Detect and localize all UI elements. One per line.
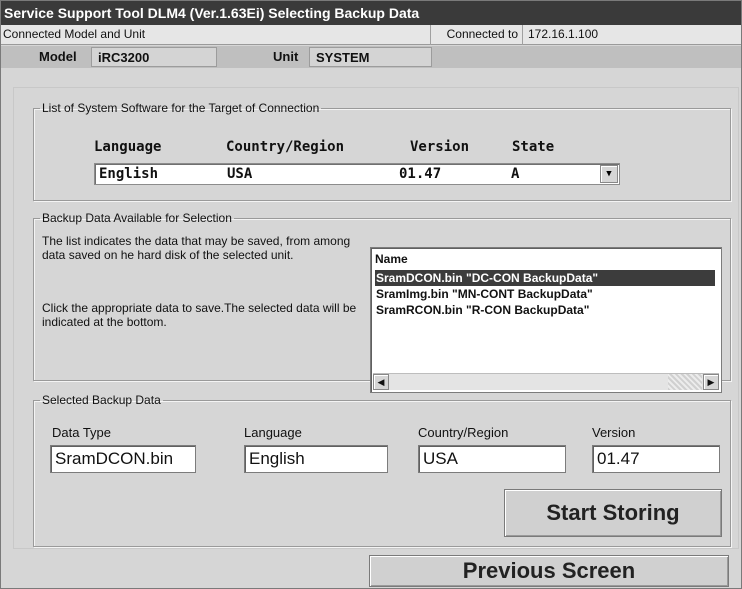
scroll-right-icon[interactable]: ▶ [703, 374, 719, 390]
scroll-left-icon[interactable]: ◀ [373, 374, 389, 390]
model-value: iRC3200 [91, 47, 217, 67]
list-item[interactable]: SramDCON.bin "DC-CON BackupData" [375, 270, 715, 286]
backup-data-listbox[interactable]: Name SramDCON.bin "DC-CON BackupData" Sr… [370, 247, 722, 393]
model-label: Model [39, 49, 77, 64]
language-label: Language [244, 425, 302, 440]
scroll-thumb[interactable] [668, 374, 702, 390]
list-item[interactable]: SramRCON.bin "R-CON BackupData" [375, 302, 715, 318]
connected-to-label: Connected to [431, 25, 523, 45]
list-item[interactable]: SramImg.bin "MN-CONT BackupData" [375, 286, 715, 302]
data-type-field: SramDCON.bin [50, 445, 196, 473]
selected-backup-legend: Selected Backup Data [42, 393, 161, 407]
software-select[interactable]: English USA 01.47 A ▼ [94, 163, 620, 185]
connection-bar: Connected Model and Unit Connected to 17… [1, 25, 741, 45]
list-header-name: Name [375, 252, 408, 266]
previous-screen-button[interactable]: Previous Screen [369, 555, 729, 587]
software-country: USA [227, 166, 253, 182]
model-unit-bar: Model iRC3200 Unit SYSTEM [1, 46, 741, 68]
backup-description-2: Click the appropriate data to save.The s… [42, 301, 357, 329]
window-title: Service Support Tool DLM4 (Ver.1.63Ei) S… [1, 1, 741, 25]
country-label: Country/Region [418, 425, 509, 440]
system-software-group: List of System Software for the Target o… [33, 101, 731, 201]
selected-backup-group: Selected Backup Data Data Type SramDCON.… [33, 393, 731, 547]
software-version: 01.47 [399, 166, 442, 182]
dropdown-arrow-icon[interactable]: ▼ [600, 165, 618, 183]
backup-available-group: Backup Data Available for Selection The … [33, 211, 731, 393]
backup-description-1: The list indicates the data that may be … [42, 234, 351, 262]
state-header: State [512, 139, 555, 155]
version-field: 01.47 [592, 445, 720, 473]
connection-section-label: Connected Model and Unit [1, 25, 431, 45]
language-field: English [244, 445, 388, 473]
unit-value: SYSTEM [309, 47, 432, 67]
version-header: Version [410, 139, 470, 155]
language-header: Language [94, 139, 162, 155]
horizontal-scrollbar[interactable]: ◀ ▶ [373, 373, 719, 390]
backup-available-legend: Backup Data Available for Selection [42, 211, 232, 225]
version-label: Version [592, 425, 636, 440]
data-type-label: Data Type [52, 425, 112, 440]
software-language: English [99, 166, 159, 182]
country-header: Country/Region [226, 139, 345, 155]
country-field: USA [418, 445, 566, 473]
system-software-legend: List of System Software for the Target o… [42, 101, 320, 115]
start-storing-button[interactable]: Start Storing [504, 489, 722, 537]
app-window: Service Support Tool DLM4 (Ver.1.63Ei) S… [0, 0, 742, 589]
unit-label: Unit [273, 49, 299, 64]
software-state: A [511, 166, 520, 182]
ip-address: 172.16.1.100 [528, 27, 599, 41]
